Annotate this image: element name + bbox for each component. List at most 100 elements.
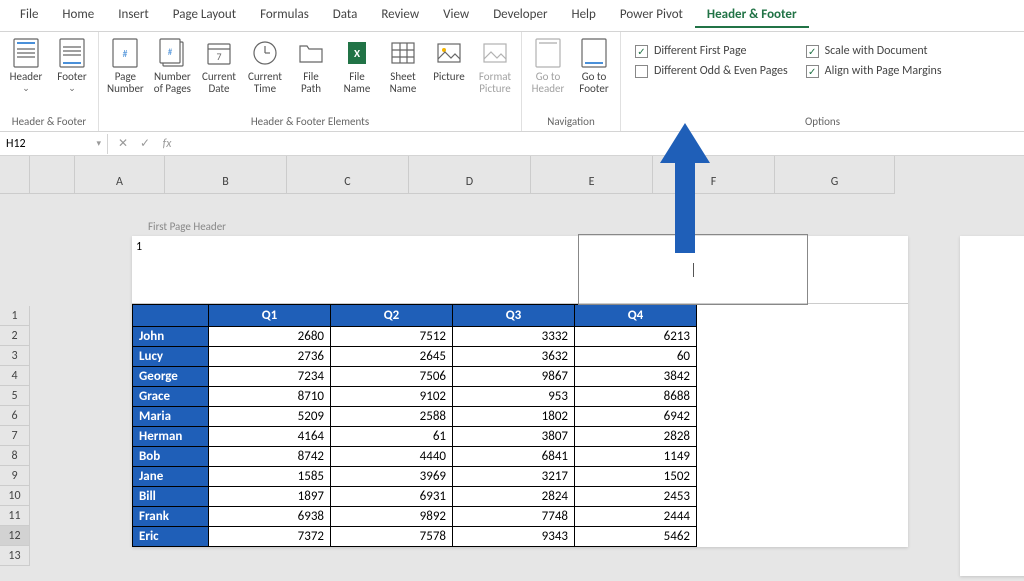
menu-header-footer[interactable]: Header & Footer xyxy=(695,3,809,28)
table-row[interactable]: Grace871091029538688 xyxy=(133,387,697,407)
menu-developer[interactable]: Developer xyxy=(481,3,559,28)
table-row[interactable]: Frank6938989277482444 xyxy=(133,507,697,527)
column-header[interactable]: D xyxy=(409,156,531,194)
header-left-cell[interactable]: 1 xyxy=(132,236,578,303)
table-header[interactable]: Q2 xyxy=(331,305,453,327)
row-header[interactable]: 6 xyxy=(0,406,30,426)
header-section-label: First Page Header xyxy=(148,220,226,233)
column-header[interactable]: E xyxy=(531,156,653,194)
row-header[interactable]: 13 xyxy=(0,546,30,566)
row-header[interactable]: 12 xyxy=(0,526,30,546)
table-row[interactable]: Herman41646138072828 xyxy=(133,427,697,447)
header-right-cell[interactable] xyxy=(578,234,808,305)
number-of-pages-button[interactable]: # Number of Pages xyxy=(150,34,195,98)
row-headers: 12345678910111213 xyxy=(0,194,30,566)
current-date-button[interactable]: 7 Current Date xyxy=(197,34,241,98)
row-header[interactable]: 1 xyxy=(0,306,30,326)
column-header[interactable]: F xyxy=(653,156,775,194)
goto-footer-icon xyxy=(578,37,610,69)
column-header[interactable]: B xyxy=(165,156,287,194)
row-header[interactable]: 2 xyxy=(0,326,30,346)
page-2: # / 2 xyxy=(960,236,1024,576)
footer-icon xyxy=(56,37,88,69)
enter-icon[interactable]: ✓ xyxy=(134,134,156,154)
row-header[interactable]: 11 xyxy=(0,506,30,526)
formula-bar: H12 ▾ ✕ ✓ fx xyxy=(0,132,1024,156)
row-header[interactable]: 5 xyxy=(0,386,30,406)
text-cursor xyxy=(693,263,694,277)
row-header[interactable]: 7 xyxy=(0,426,30,446)
row-header[interactable]: 8 xyxy=(0,446,30,466)
row-header[interactable]: 9 xyxy=(0,466,30,486)
menu-help[interactable]: Help xyxy=(559,3,607,28)
table-row[interactable]: Maria5209258818026942 xyxy=(133,407,697,427)
menu-file[interactable]: File xyxy=(8,3,50,28)
menu-power-pivot[interactable]: Power Pivot xyxy=(608,3,695,28)
select-all-corner[interactable] xyxy=(0,156,30,194)
data-table[interactable]: Q1Q2Q3Q4John2680751233326213Lucy27362645… xyxy=(132,304,697,547)
format-picture-button: Format Picture xyxy=(473,34,517,98)
table-header[interactable]: Q3 xyxy=(453,305,575,327)
header-button[interactable]: Header ⌄ xyxy=(4,34,48,97)
page-number-button[interactable]: # Page Number xyxy=(103,34,148,98)
column-header[interactable]: G xyxy=(775,156,895,194)
page-header[interactable]: 1 xyxy=(132,236,908,304)
align-with-margins-checkbox[interactable]: ✓ Align with Page Margins xyxy=(806,64,942,78)
table-row[interactable]: George7234750698673842 xyxy=(133,367,697,387)
different-first-page-checkbox[interactable]: ✓ Different First Page xyxy=(635,44,788,58)
menu-view[interactable]: View xyxy=(431,3,481,28)
file-name-button[interactable]: X File Name xyxy=(335,34,379,98)
goto-footer-button[interactable]: Go to Footer xyxy=(572,34,616,98)
menu-formulas[interactable]: Formulas xyxy=(248,3,321,28)
header-icon xyxy=(10,37,42,69)
page-layout-view: First Page Header 1 Q1Q2Q3Q4John26807512… xyxy=(30,194,1024,547)
file-path-button[interactable]: File Path xyxy=(289,34,333,98)
table-header[interactable] xyxy=(133,305,209,327)
checkbox-checked-icon: ✓ xyxy=(806,45,819,58)
cancel-icon[interactable]: ✕ xyxy=(112,134,134,154)
column-headers: ABCDEFG xyxy=(30,156,1024,194)
footer-label: Footer xyxy=(57,71,86,83)
ribbon: Header ⌄ Footer ⌄ Header & Footer # Page… xyxy=(0,32,1024,132)
current-time-button[interactable]: Current Time xyxy=(243,34,287,98)
table-row[interactable]: Lucy27362645363260 xyxy=(133,347,697,367)
chevron-down-icon: ⌄ xyxy=(22,83,30,94)
name-box-value: H12 xyxy=(6,137,26,151)
date-icon: 7 xyxy=(203,37,235,69)
table-row[interactable]: Eric7372757893435462 xyxy=(133,527,697,547)
row-header[interactable]: 4 xyxy=(0,366,30,386)
column-header[interactable]: C xyxy=(287,156,409,194)
svg-text:#: # xyxy=(123,47,128,60)
table-row[interactable]: Bob8742444068411149 xyxy=(133,447,697,467)
fx-icon[interactable]: fx xyxy=(156,134,178,154)
group-label: Options xyxy=(625,113,1020,130)
table-row[interactable]: John2680751233326213 xyxy=(133,327,697,347)
table-row[interactable]: Bill1897693128242453 xyxy=(133,487,697,507)
picture-button[interactable]: Picture xyxy=(427,34,471,86)
sheet-name-label: Sheet Name xyxy=(390,71,417,95)
group-label: Header & Footer xyxy=(4,113,94,130)
menu-insert[interactable]: Insert xyxy=(106,3,161,28)
goto-header-button: Go to Header xyxy=(526,34,570,98)
table-header[interactable]: Q1 xyxy=(209,305,331,327)
sheet-name-button[interactable]: Sheet Name xyxy=(381,34,425,98)
row-header[interactable]: 10 xyxy=(0,486,30,506)
menu-home[interactable]: Home xyxy=(50,3,106,28)
footer-button[interactable]: Footer ⌄ xyxy=(50,34,94,97)
column-header[interactable]: A xyxy=(75,156,165,194)
name-box[interactable]: H12 ▾ xyxy=(0,134,108,154)
ribbon-group-options: ✓ Different First Page ✓ Scale with Docu… xyxy=(621,32,1024,131)
table-header[interactable]: Q4 xyxy=(575,305,697,327)
menu-review[interactable]: Review xyxy=(369,3,431,28)
row-header[interactable]: 3 xyxy=(0,346,30,366)
table-row[interactable]: Jane1585396932171502 xyxy=(133,467,697,487)
pages-label: Number of Pages xyxy=(154,71,191,95)
menu-page-layout[interactable]: Page Layout xyxy=(161,3,248,28)
goto-header-label: Go to Header xyxy=(532,71,565,95)
formula-input[interactable] xyxy=(182,141,1024,147)
different-odd-even-checkbox[interactable]: Different Odd & Even Pages xyxy=(635,64,788,78)
svg-text:X: X xyxy=(354,47,361,60)
menu-data[interactable]: Data xyxy=(321,3,370,28)
scale-with-document-checkbox[interactable]: ✓ Scale with Document xyxy=(806,44,942,58)
file-name-label: File Name xyxy=(344,71,371,95)
